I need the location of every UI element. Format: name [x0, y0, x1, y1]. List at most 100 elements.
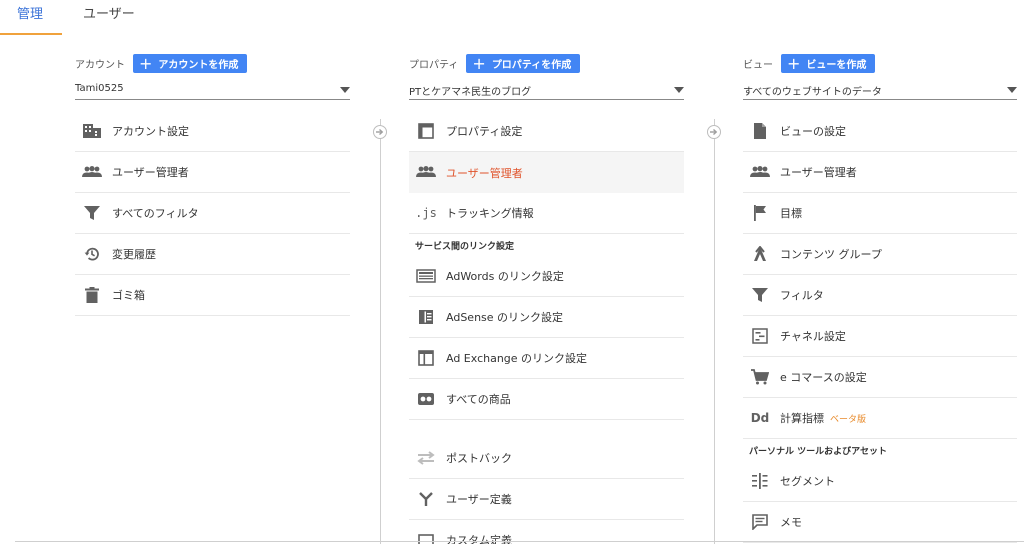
fork-icon	[416, 490, 436, 508]
products-icon	[416, 390, 436, 408]
account-label: アカウント	[75, 59, 125, 71]
personal-tools-heading: パーソナル ツールおよびアセット	[749, 447, 887, 457]
all-products-label: すべての商品	[446, 393, 511, 406]
account-header: アカウント + アカウントを作成	[75, 52, 350, 74]
postback-icon	[416, 449, 436, 467]
postback-item[interactable]: ポストバック	[409, 438, 684, 479]
property-settings-item[interactable]: プロパティ設定	[409, 111, 684, 152]
segment-icon	[750, 472, 770, 490]
view-column: ビュー + ビューを作成 すべてのウェブサイトのデータ ビューの設定 ユーザー管…	[743, 52, 1017, 543]
view-user-management-item[interactable]: ユーザー管理者	[743, 152, 1017, 193]
trash-item[interactable]: ゴミ箱	[75, 275, 350, 316]
account-settings-item[interactable]: アカウント設定	[75, 111, 350, 152]
property-label: プロパティ	[409, 59, 459, 71]
tracking-info-label: トラッキング情報	[446, 207, 534, 220]
change-history-item[interactable]: 変更履歴	[75, 234, 350, 275]
annotations-item[interactable]: メモ	[743, 502, 1017, 543]
adwords-icon	[416, 267, 436, 285]
segments-item[interactable]: セグメント	[743, 461, 1017, 502]
filter-icon	[82, 204, 102, 222]
all-products-item[interactable]: すべての商品	[409, 379, 684, 420]
view-header: ビュー + ビューを作成	[743, 52, 1017, 74]
tracking-info-item[interactable]: .js トラッキング情報	[409, 193, 684, 234]
create-view-button[interactable]: + ビューを作成	[781, 53, 876, 73]
account-all-filters-label: すべてのフィルタ	[112, 207, 199, 220]
column-divider	[380, 119, 381, 544]
ecommerce-settings-label: e コマースの設定	[780, 371, 867, 384]
cart-icon	[750, 368, 770, 386]
adsense-link-item[interactable]: AdSense のリンク設定	[409, 297, 684, 338]
plus-icon: +	[139, 53, 153, 73]
view-selector[interactable]: すべてのウェブサイトのデータ	[743, 82, 1017, 100]
adexchange-icon	[416, 349, 436, 367]
account-selected: Tami0525	[75, 83, 124, 94]
document-icon	[750, 122, 770, 140]
account-menu: アカウント設定 ユーザー管理者 すべてのフィルタ 変更履歴 ゴミ箱	[75, 111, 350, 316]
create-property-button[interactable]: + プロパティを作成	[466, 53, 581, 73]
custom-dimensions-label: カスタム定義	[446, 534, 512, 544]
property-column: プロパティ + プロパティを作成 PTとケアマネ民生のブログ プロパティ設定 ユ…	[409, 52, 684, 544]
arrow-right-icon[interactable]	[373, 125, 387, 139]
create-account-button[interactable]: + アカウントを作成	[133, 53, 248, 73]
account-selector[interactable]: Tami0525	[75, 82, 350, 100]
comment-icon	[750, 513, 770, 531]
channel-icon	[750, 327, 770, 345]
people-icon	[750, 163, 770, 181]
view-selected: すべてのウェブサイトのデータ	[743, 87, 882, 98]
javascript-icon: .js	[415, 206, 437, 220]
arrow-right-icon[interactable]	[707, 125, 721, 139]
view-settings-item[interactable]: ビューの設定	[743, 111, 1017, 152]
custom-definitions-item[interactable]: ユーザー定義	[409, 479, 684, 520]
goals-label: 目標	[780, 207, 802, 220]
adexchange-link-label: Ad Exchange のリンク設定	[446, 352, 588, 365]
view-filters-item[interactable]: フィルタ	[743, 275, 1017, 316]
caret-down-icon	[674, 87, 684, 93]
account-column: アカウント + アカウントを作成 Tami0525 アカウント設定 ユーザー管理…	[75, 52, 350, 316]
tab-users[interactable]: ユーザー	[83, 0, 135, 36]
annotations-label: メモ	[780, 516, 802, 529]
admin-top-nav: 管理 ユーザー	[0, 0, 1024, 36]
property-selected: PTとケアマネ民生のブログ	[409, 87, 532, 98]
account-user-management-item[interactable]: ユーザー管理者	[75, 152, 350, 193]
filter-icon	[750, 286, 770, 304]
window-icon	[416, 122, 436, 140]
adsense-icon	[416, 308, 436, 326]
account-user-management-label: ユーザー管理者	[112, 166, 189, 179]
plus-icon: +	[787, 53, 801, 73]
content-grouping-item[interactable]: コンテンツ グループ	[743, 234, 1017, 275]
property-header: プロパティ + プロパティを作成	[409, 52, 684, 74]
custom-definitions-label: ユーザー定義	[446, 493, 512, 506]
plus-icon: +	[472, 53, 486, 73]
property-menu: プロパティ設定 ユーザー管理者 .js トラッキング情報 サービス間のリンク設定…	[409, 111, 684, 544]
account-all-filters-item[interactable]: すべてのフィルタ	[75, 193, 350, 234]
account-settings-label: アカウント設定	[112, 125, 189, 138]
building-icon	[82, 122, 102, 140]
active-tab-underline	[0, 33, 62, 35]
flag-icon	[750, 204, 770, 222]
property-selector[interactable]: PTとケアマネ民生のブログ	[409, 82, 684, 100]
create-view-label: ビューを作成	[806, 59, 867, 71]
column-divider	[714, 119, 715, 544]
goals-item[interactable]: 目標	[743, 193, 1017, 234]
view-user-management-label: ユーザー管理者	[780, 166, 857, 179]
calculated-metrics-label: 計算指標	[780, 412, 824, 425]
view-settings-label: ビューの設定	[780, 125, 846, 138]
calculated-metrics-item[interactable]: Dd 計算指標 ベータ版	[743, 398, 1017, 439]
people-icon	[82, 163, 102, 181]
segments-label: セグメント	[780, 475, 835, 488]
caret-down-icon	[1007, 87, 1017, 93]
caret-down-icon	[340, 87, 350, 93]
view-menu: ビューの設定 ユーザー管理者 目標 コンテンツ グループ フィルタ チャネル設定…	[743, 111, 1017, 543]
adwords-link-item[interactable]: AdWords のリンク設定	[409, 256, 684, 297]
property-user-management-item[interactable]: ユーザー管理者	[409, 152, 684, 193]
people-icon	[416, 163, 436, 181]
channel-settings-item[interactable]: チャネル設定	[743, 316, 1017, 357]
adexchange-link-item[interactable]: Ad Exchange のリンク設定	[409, 338, 684, 379]
dimensions-icon	[416, 531, 436, 544]
trash-label: ゴミ箱	[112, 289, 145, 302]
view-filters-label: フィルタ	[780, 289, 824, 302]
create-property-label: プロパティを作成	[491, 59, 572, 71]
tab-admin[interactable]: 管理	[17, 0, 43, 36]
ecommerce-settings-item[interactable]: e コマースの設定	[743, 357, 1017, 398]
